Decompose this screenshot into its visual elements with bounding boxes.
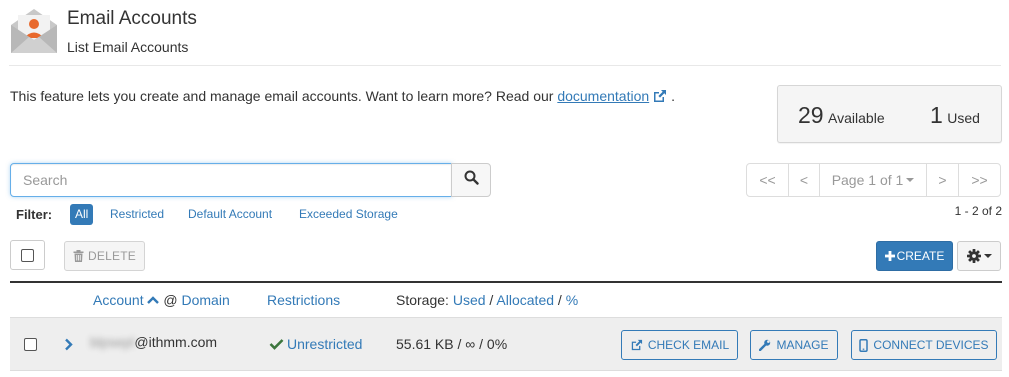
- available-stat: 29 Available: [798, 102, 885, 129]
- page-title: Email Accounts: [67, 8, 197, 29]
- intro-trailing: .: [671, 88, 675, 104]
- caret-down-icon: [983, 254, 992, 258]
- page-subtitle: List Email Accounts: [67, 39, 189, 55]
- used-label: Used: [947, 110, 980, 126]
- account-domain: @ithmm.com: [134, 334, 218, 350]
- intro-description: This feature lets you create and manage …: [10, 88, 554, 104]
- column-restrictions: Restrictions: [267, 292, 340, 308]
- prev-page-button[interactable]: <: [788, 163, 820, 197]
- external-link-icon: [630, 339, 648, 351]
- expand-row-chevron[interactable]: [64, 338, 73, 356]
- select-all-checkbox[interactable]: [10, 240, 45, 270]
- available-label: Available: [828, 110, 885, 126]
- delete-button[interactable]: DELETE: [64, 241, 145, 271]
- checkbox-square: [21, 248, 34, 262]
- delete-label: DELETE: [88, 249, 136, 263]
- connect-devices-label: CONNECT DEVICES: [873, 338, 989, 352]
- sort-restrictions-link[interactable]: Restrictions: [267, 292, 340, 308]
- create-button[interactable]: CREATE: [876, 241, 953, 271]
- check-email-label: CHECK EMAIL: [647, 338, 730, 352]
- check-icon: [269, 338, 284, 350]
- restriction-status: Unrestricted: [269, 336, 362, 352]
- trash-icon: [73, 250, 84, 262]
- at-separator: @: [163, 292, 178, 308]
- plus-icon: [884, 251, 895, 261]
- used-stat: 1 Used: [930, 102, 980, 129]
- account-col-label: Account: [93, 292, 144, 308]
- storage-usage: 55.61 KB / ∞ / 0%: [396, 336, 508, 352]
- restriction-label[interactable]: Unrestricted: [287, 336, 362, 352]
- checkbox-square: [24, 338, 37, 351]
- documentation-link[interactable]: documentation: [557, 88, 667, 104]
- settings-dropdown-button[interactable]: [957, 241, 1001, 271]
- account-address: blpsepl@ithmm.com: [90, 334, 217, 350]
- row-select-checkbox[interactable]: [24, 338, 37, 351]
- caret-down-icon: [906, 178, 915, 182]
- check-email-button[interactable]: CHECK EMAIL: [621, 330, 738, 360]
- sort-ascending-icon: [147, 296, 160, 304]
- sort-storage-used-link[interactable]: Used: [453, 292, 486, 308]
- column-storage: Storage: Used / Allocated / %: [396, 292, 578, 308]
- sort-domain-link[interactable]: Domain: [181, 292, 229, 308]
- page-select-dropdown[interactable]: Page 1 of 1: [819, 163, 927, 197]
- next-page-button[interactable]: >: [926, 163, 959, 197]
- used-count: 1: [930, 102, 943, 128]
- column-account-domain: Account @ Domain: [93, 292, 230, 308]
- filter-label: Filter:: [16, 207, 53, 222]
- search-button[interactable]: [451, 163, 491, 197]
- table-row: blpsepl@ithmm.com Unrestricted 55.61 KB …: [10, 318, 1002, 371]
- gear-icon: [966, 249, 981, 263]
- table-header: Account @ Domain Restrictions Storage: U…: [10, 281, 1002, 318]
- storage-col-label: Storage:: [396, 292, 449, 308]
- first-page-button[interactable]: <<: [746, 163, 789, 197]
- last-page-button[interactable]: >>: [958, 163, 1001, 197]
- external-link-icon: [652, 89, 667, 106]
- search-icon: [464, 170, 479, 190]
- available-count: 29: [798, 102, 824, 128]
- wrench-icon: [759, 339, 776, 351]
- intro-text: This feature lets you create and manage …: [10, 88, 675, 106]
- documentation-link-label: documentation: [557, 88, 650, 104]
- results-range: 1 - 2 of 2: [954, 204, 1002, 218]
- storage-separator: /: [489, 292, 494, 308]
- sort-storage-percent-link[interactable]: %: [566, 292, 578, 308]
- email-accounts-icon: [9, 7, 59, 55]
- manage-button[interactable]: MANAGE: [750, 330, 838, 360]
- create-label: CREATE: [896, 249, 945, 263]
- chevron-right-icon: [64, 338, 73, 351]
- account-username: blpsepl: [90, 334, 135, 350]
- page-label: Page 1 of 1: [831, 172, 904, 188]
- sort-storage-allocated-link[interactable]: Allocated: [496, 292, 554, 308]
- mobile-phone-icon: [859, 338, 873, 352]
- connect-devices-button[interactable]: CONNECT DEVICES: [851, 330, 997, 360]
- sort-account-link[interactable]: Account: [93, 292, 160, 308]
- filter-exceeded-storage[interactable]: Exceeded Storage: [294, 204, 403, 225]
- filter-restricted[interactable]: Restricted: [105, 204, 169, 225]
- header-divider: [9, 65, 1001, 66]
- filter-default-account[interactable]: Default Account: [183, 204, 277, 225]
- manage-label: MANAGE: [776, 338, 829, 352]
- filter-all[interactable]: All: [70, 204, 94, 225]
- storage-separator: /: [557, 292, 562, 308]
- account-stats-panel: 29 Available 1 Used: [777, 85, 1002, 143]
- pagination: << < Page 1 of 1 > >>: [746, 163, 1001, 197]
- search-input[interactable]: [10, 163, 452, 197]
